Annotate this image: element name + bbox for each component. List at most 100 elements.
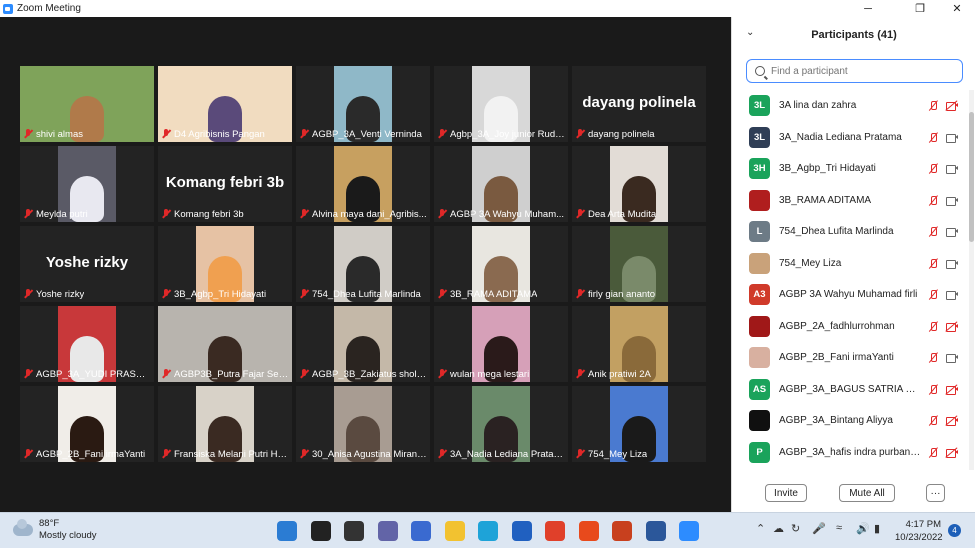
muted-mic-icon bbox=[161, 289, 171, 299]
invite-button[interactable]: Invite bbox=[765, 484, 807, 502]
video-icon[interactable] bbox=[946, 290, 958, 300]
video-tile[interactable]: AGBP_3B_Zakiatus sholik... bbox=[296, 306, 430, 382]
participant-row[interactable]: L 754_Dhea Lufita Marlinda bbox=[732, 216, 968, 248]
video-tile[interactable]: dayang polinela dayang polinela bbox=[572, 66, 706, 142]
participant-name: 3A_Nadia Lediana Pratama bbox=[450, 448, 565, 460]
chrome-icon[interactable] bbox=[545, 521, 565, 541]
muted-mic-icon[interactable] bbox=[927, 384, 939, 396]
video-icon[interactable] bbox=[946, 259, 958, 269]
edge-icon[interactable] bbox=[478, 521, 498, 541]
participant-row[interactable]: A3 AGBP 3A Wahyu Muhamad firli bbox=[732, 279, 968, 311]
sync-icon[interactable]: ↻ bbox=[791, 522, 800, 535]
mute-all-button[interactable]: Mute All bbox=[839, 484, 895, 502]
show-hidden-icons-chevron-icon[interactable]: ⌃ bbox=[756, 522, 765, 535]
video-tile[interactable]: Komang febri 3b Komang febri 3b bbox=[158, 146, 292, 222]
search-box[interactable] bbox=[746, 59, 963, 83]
windows-start-icon[interactable] bbox=[277, 521, 297, 541]
participant-row[interactable]: P AGBP_3A_hafis indra purbangga bbox=[732, 437, 968, 469]
video-icon[interactable] bbox=[946, 196, 958, 206]
muted-mic-icon[interactable] bbox=[927, 100, 939, 112]
more-options-button[interactable]: ··· bbox=[926, 484, 945, 502]
muted-mic-icon[interactable] bbox=[927, 447, 939, 459]
participant-row[interactable]: AS AGBP_3A_BAGUS SATRIA PRAT... bbox=[732, 374, 968, 406]
tile-name-label: 30_Anisa Agustina Mirant... bbox=[299, 447, 427, 461]
chat-icon[interactable] bbox=[377, 521, 398, 541]
video-tile[interactable]: 754_Dhea Lufita Marlinda bbox=[296, 226, 430, 302]
participant-name: Fransiska Melani Putri Ha... bbox=[174, 448, 289, 460]
video-tile[interactable]: 3B_RAMA ADITAMA bbox=[434, 226, 568, 302]
video-tile[interactable]: firly gian ananto bbox=[572, 226, 706, 302]
minimize-button[interactable]: ─ bbox=[850, 0, 886, 17]
search-input[interactable] bbox=[771, 65, 951, 77]
muted-mic-icon[interactable] bbox=[927, 415, 939, 427]
task-view-icon[interactable] bbox=[344, 521, 364, 541]
word-icon[interactable] bbox=[645, 521, 666, 541]
scrollbar-thumb[interactable] bbox=[969, 112, 974, 242]
volume-icon[interactable]: 🔊 bbox=[856, 522, 870, 535]
muted-mic-icon[interactable] bbox=[927, 226, 939, 238]
muted-mic-icon[interactable] bbox=[927, 132, 939, 144]
video-tile[interactable]: Yoshe rizky Yoshe rizky bbox=[20, 226, 154, 302]
participant-list-scrollbar[interactable] bbox=[969, 90, 974, 470]
participant-name: firly gian ananto bbox=[588, 288, 656, 300]
participant-row[interactable]: 3H 3B_Agbp_Tri Hidayati bbox=[732, 153, 968, 185]
video-tile[interactable]: AGBP 3A Wahyu Muham... bbox=[434, 146, 568, 222]
video-tile[interactable]: 3B_Agbp_Tri Hidayati bbox=[158, 226, 292, 302]
participant-row[interactable]: 3L 3A_Nadia Lediana Pratama bbox=[732, 122, 968, 154]
participant-name: Yoshe rizky bbox=[36, 288, 85, 300]
video-icon[interactable] bbox=[946, 227, 958, 237]
muted-mic-icon[interactable] bbox=[927, 258, 939, 270]
video-tile[interactable]: Anik pratiwi 2A bbox=[572, 306, 706, 382]
store-icon[interactable] bbox=[511, 521, 532, 541]
battery-icon[interactable]: ▮ bbox=[874, 522, 880, 535]
wifi-icon[interactable]: ≈ bbox=[836, 522, 842, 534]
maximize-button[interactable]: ❐ bbox=[902, 0, 938, 17]
participant-row[interactable]: AGBP_2A_fadhlurrohman bbox=[732, 311, 968, 343]
muted-mic-icon[interactable] bbox=[927, 321, 939, 333]
system-clock[interactable]: 4:17 PM 10/23/2022 bbox=[895, 518, 943, 544]
pen-app-icon[interactable] bbox=[411, 521, 431, 541]
participant-row[interactable]: 754_Mey Liza bbox=[732, 248, 968, 280]
video-tile[interactable]: Dea Arta Mudita bbox=[572, 146, 706, 222]
video-icon[interactable] bbox=[946, 353, 958, 363]
video-tile[interactable]: 3A_Nadia Lediana Pratama bbox=[434, 386, 568, 462]
onedrive-icon[interactable]: ☁ bbox=[773, 522, 784, 535]
video-tile[interactable]: Meylda putri bbox=[20, 146, 154, 222]
video-tile[interactable]: AGBP_2B_Fani irmaYanti bbox=[20, 386, 154, 462]
microphone-icon[interactable]: 🎤 bbox=[812, 522, 826, 535]
participant-name: dayang polinela bbox=[588, 128, 655, 140]
notification-badge[interactable]: 4 bbox=[948, 524, 961, 537]
video-tile[interactable]: 754_Mey Liza bbox=[572, 386, 706, 462]
weather-widget[interactable]: 88°F Mostly cloudy bbox=[13, 518, 97, 542]
video-tile[interactable]: D4 Agribisnis Pangan bbox=[158, 66, 292, 142]
collapse-chevron-icon[interactable]: ⌄ bbox=[746, 27, 754, 38]
file-explorer-icon[interactable] bbox=[444, 521, 465, 541]
video-tile[interactable]: Alvina maya dani_Agribis... bbox=[296, 146, 430, 222]
office-icon[interactable] bbox=[578, 521, 599, 541]
participant-row[interactable]: 3B_RAMA ADITAMA bbox=[732, 185, 968, 217]
powerpoint-icon[interactable] bbox=[612, 521, 632, 541]
participant-row[interactable]: AGBP_2B_Fani irmaYanti bbox=[732, 342, 968, 374]
video-tile[interactable]: shivi almas bbox=[20, 66, 154, 142]
video-tile[interactable]: AGBP_3A_Venti Verninda bbox=[296, 66, 430, 142]
search-icon[interactable] bbox=[310, 521, 331, 541]
panel-header: ⌄ Participants (41) bbox=[732, 17, 975, 53]
video-tile[interactable]: Fransiska Melani Putri Ha... bbox=[158, 386, 292, 462]
muted-mic-icon bbox=[575, 369, 585, 379]
participant-row[interactable]: AGBP_3A_Bintang Aliyya bbox=[732, 405, 968, 437]
video-icon[interactable] bbox=[946, 164, 958, 174]
muted-mic-icon[interactable] bbox=[927, 352, 939, 364]
video-tile[interactable]: wulan mega lestari bbox=[434, 306, 568, 382]
video-tile[interactable]: AGBP3B_Putra Fajar Setia... bbox=[158, 306, 292, 382]
video-tile[interactable]: AGBP_3A_YUDI PRASETIA bbox=[20, 306, 154, 382]
video-tile[interactable]: 30_Anisa Agustina Mirant... bbox=[296, 386, 430, 462]
close-button[interactable]: ✕ bbox=[939, 0, 975, 17]
zoom-icon[interactable] bbox=[679, 521, 699, 541]
tile-name-label: firly gian ananto bbox=[575, 287, 703, 301]
video-icon[interactable] bbox=[946, 133, 958, 143]
participant-row[interactable]: 3L 3A lina dan zahra bbox=[732, 90, 968, 122]
video-tile[interactable]: Agbp_3A_Joy junior Rudd... bbox=[434, 66, 568, 142]
muted-mic-icon[interactable] bbox=[927, 289, 939, 301]
muted-mic-icon[interactable] bbox=[927, 195, 939, 207]
muted-mic-icon[interactable] bbox=[927, 163, 939, 175]
